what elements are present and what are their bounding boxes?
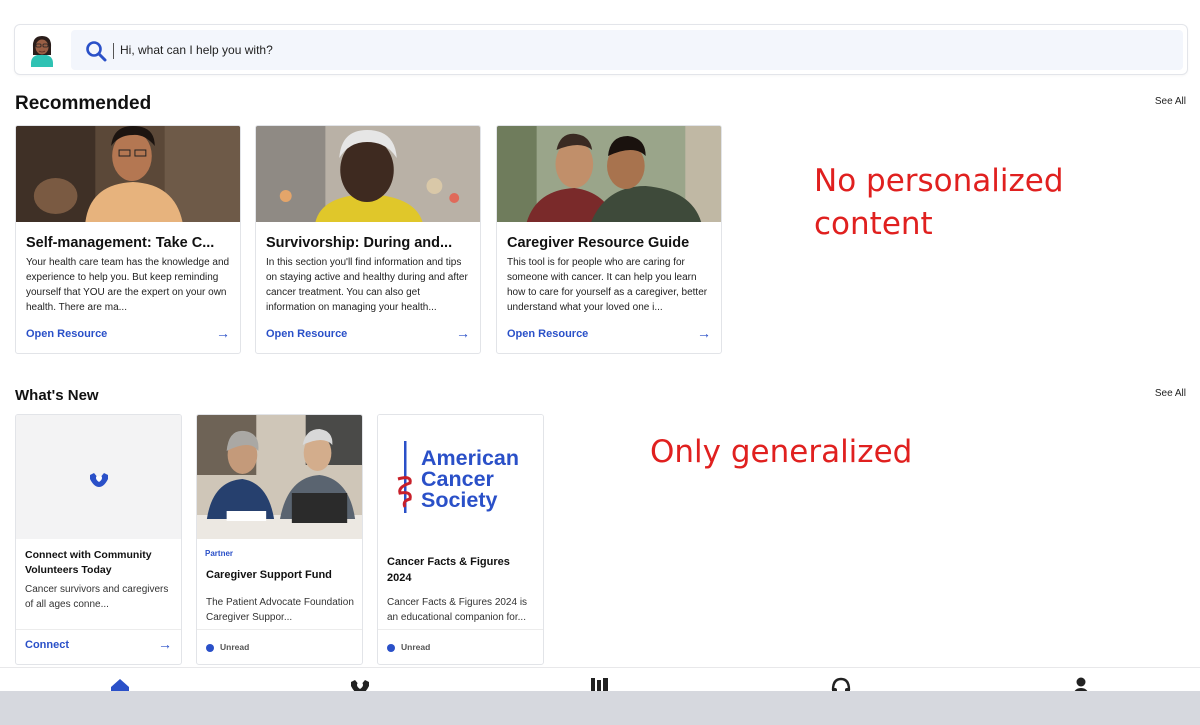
- recommended-heading: Recommended: [15, 93, 152, 114]
- search-bar[interactable]: [71, 30, 1183, 70]
- status-label: Unread: [220, 642, 250, 652]
- arrow-right-icon[interactable]: →: [216, 325, 230, 341]
- search-cursor-divider: [113, 43, 114, 59]
- hands-heart-icon: [90, 473, 108, 487]
- card-description: In this section you'll find information …: [266, 257, 468, 313]
- card-photo-young-man: [16, 126, 240, 222]
- unread-dot-icon: [206, 644, 214, 652]
- connect-link[interactable]: Connect: [25, 639, 69, 651]
- partner-tag: Partner: [205, 549, 234, 558]
- whats-new-card-facts-figures[interactable]: American Cancer Society Cancer Facts & F…: [377, 414, 544, 665]
- arrow-right-icon[interactable]: →: [158, 636, 172, 652]
- arrow-right-icon[interactable]: →: [456, 325, 470, 341]
- library-icon[interactable]: [589, 676, 611, 691]
- bottom-system-bar: [0, 691, 1200, 725]
- home-icon[interactable]: [109, 676, 131, 691]
- whats-new-see-all-link[interactable]: See All: [1155, 388, 1186, 399]
- card-description: The Patient Advocate Foundation Caregive…: [206, 597, 354, 623]
- card-image-area: [16, 415, 181, 539]
- card-footer: Unread: [378, 629, 543, 664]
- annotation-only-generalized: Only generalized: [650, 434, 913, 470]
- card-photo-older-couple: [197, 415, 362, 539]
- recommended-card-caregiver-guide[interactable]: Caregiver Resource Guide This tool is fo…: [496, 125, 722, 354]
- recommended-card-self-management[interactable]: Self-management: Take C... Your health c…: [15, 125, 241, 354]
- annotation-line: No personalized: [814, 163, 1064, 199]
- card-photo-couple: [497, 126, 721, 222]
- american-cancer-society-logo-icon: [397, 441, 412, 513]
- card-footer: Unread: [197, 629, 362, 664]
- search-input[interactable]: [120, 30, 1160, 70]
- card-title: Connect with Community Volunteers Today: [25, 549, 152, 576]
- card-description: Your health care team has the knowledge …: [26, 257, 230, 313]
- community-icon[interactable]: [349, 676, 371, 691]
- card-photo-older-man: [256, 126, 480, 222]
- whats-new-card-support-fund[interactable]: Partner Caregiver Support Fund The Patie…: [196, 414, 363, 665]
- search-header: [14, 24, 1188, 75]
- logo-line: Cancer: [421, 467, 494, 491]
- status-label: Unread: [401, 642, 431, 652]
- card-description: Cancer Facts & Figures 2024 is an educat…: [387, 597, 528, 623]
- open-resource-link[interactable]: Open Resource: [266, 328, 347, 340]
- logo-line: American: [421, 446, 519, 470]
- card-image-area: American Cancer Society: [378, 415, 543, 539]
- user-avatar[interactable]: [27, 33, 57, 67]
- card-title: Caregiver Resource Guide: [507, 235, 690, 251]
- support-headset-icon[interactable]: [830, 676, 852, 691]
- unread-dot-icon: [387, 644, 395, 652]
- logo-line: Society: [421, 488, 498, 512]
- recommended-see-all-link[interactable]: See All: [1155, 96, 1186, 107]
- card-title: Caregiver Support Fund: [206, 569, 332, 581]
- whats-new-heading: What's New: [15, 387, 99, 404]
- american-cancer-society-wordmark: American Cancer Society: [421, 446, 519, 512]
- card-description: This tool is for people who are caring f…: [507, 257, 708, 313]
- card-title: Survivorship: During and...: [266, 235, 453, 251]
- annotation-line: content: [814, 206, 933, 242]
- card-title: Cancer Facts & Figures 2024: [387, 556, 510, 584]
- card-description: Cancer survivors and caregivers of all a…: [25, 584, 169, 610]
- open-resource-link[interactable]: Open Resource: [26, 328, 107, 340]
- annotation-no-personalized: No personalized content: [814, 160, 1064, 246]
- search-icon: [86, 41, 107, 62]
- recommended-card-survivorship[interactable]: Survivorship: During and... In this sect…: [255, 125, 481, 354]
- profile-icon[interactable]: [1070, 676, 1092, 691]
- open-resource-link[interactable]: Open Resource: [507, 328, 588, 340]
- bottom-navigation: [0, 667, 1200, 691]
- card-footer: Connect →: [16, 629, 181, 664]
- card-title: Self-management: Take C...: [26, 235, 215, 251]
- whats-new-card-volunteers[interactable]: Connect with Community Volunteers Today …: [15, 414, 182, 665]
- arrow-right-icon[interactable]: →: [697, 325, 711, 341]
